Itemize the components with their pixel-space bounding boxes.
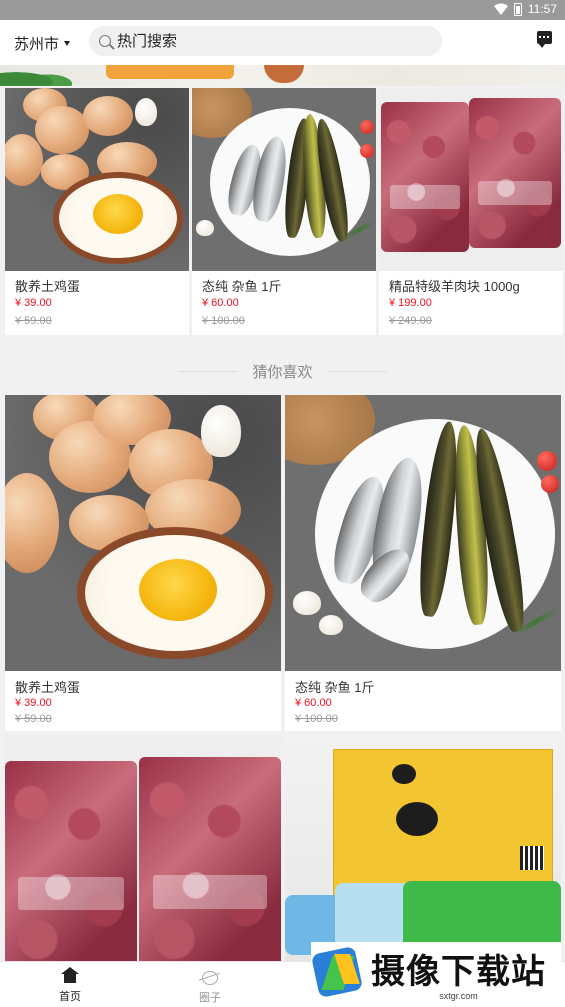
home-icon [61,967,79,984]
product-card[interactable]: 散养土鸡蛋 ¥ 39.00 ¥ 59.00 [5,88,189,335]
status-icons: 11:57 [493,2,557,16]
tab-label: 首页 [59,991,81,1003]
city-selector[interactable]: 苏州市 [14,33,71,54]
tab-circle[interactable]: 圈子 [140,962,280,1007]
product-name: 态纯 杂鱼 1斤 [202,279,282,294]
product-name: 散养土鸡蛋 [15,680,81,695]
status-time: 11:57 [527,2,557,16]
watermark-url: sxtgr.com [439,990,478,1001]
product-image-fish [285,395,561,671]
watermark-title: 摄像下载站 [371,951,546,992]
product-price: ¥ 199.00 [389,297,432,309]
product-name: 态纯 杂鱼 1斤 [295,680,375,695]
product-name: 散养土鸡蛋 [15,279,81,294]
product-image-lamb [5,735,281,965]
message-icon[interactable] [537,31,552,48]
product-image-eggs [5,395,281,671]
banner[interactable] [0,65,565,86]
header: 苏州市 [0,20,565,65]
caret-down-icon [64,41,71,46]
product-original-price: ¥ 59.00 [15,713,52,725]
featured-products: 散养土鸡蛋 ¥ 39.00 ¥ 59.00 态纯 杂鱼 1斤 ¥ 60.00 ¥… [5,88,563,335]
product-original-price: ¥ 100.00 [295,713,338,725]
product-name: 精品特级羊肉块 1000g [389,279,520,294]
section-title: 猜你喜欢 [0,358,565,384]
product-image-eggs [5,88,189,271]
battery-icon [513,2,522,16]
watermark-logo-icon [310,945,365,999]
search-icon [99,35,111,47]
product-original-price: ¥ 100.00 [202,315,245,327]
wifi-icon [493,3,508,15]
product-card[interactable]: 散养土鸡蛋 ¥ 39.00 ¥ 59.00 [5,395,281,731]
watermark-text: 摄像下载站 sxtgr.com [371,944,546,1001]
product-card[interactable]: 态纯 杂鱼 1斤 ¥ 60.00 ¥ 100.00 [192,88,376,335]
product-price: ¥ 39.00 [15,297,52,309]
product-original-price: ¥ 249.00 [389,315,432,327]
city-label: 苏州市 [14,36,60,53]
product-image-lamb [379,88,563,271]
recommend-grid: 散养土鸡蛋 ¥ 39.00 ¥ 59.00 态纯 杂鱼 1斤 ¥ 60.00 ¥… [5,395,561,965]
divider [326,370,387,372]
tab-home[interactable]: 首页 [0,962,140,1007]
divider [178,370,239,372]
product-price: ¥ 60.00 [202,297,239,309]
status-bar: 11:57 [0,0,565,20]
watermark: 摄像下载站 sxtgr.com [310,942,561,1002]
product-card[interactable] [5,735,281,965]
circle-icon [202,971,218,985]
recommend-title: 猜你喜欢 [252,363,313,381]
product-card[interactable]: 精品特级羊肉块 1000g ¥ 199.00 ¥ 249.00 [379,88,563,335]
search-input[interactable] [117,32,417,50]
tab-label: 圈子 [199,992,221,1004]
product-card[interactable] [285,735,561,965]
product-card[interactable]: 态纯 杂鱼 1斤 ¥ 60.00 ¥ 100.00 [285,395,561,731]
product-image-gift-box [285,735,561,965]
product-original-price: ¥ 59.00 [15,315,52,327]
search-bar[interactable] [89,26,442,56]
product-image-fish [192,88,376,271]
